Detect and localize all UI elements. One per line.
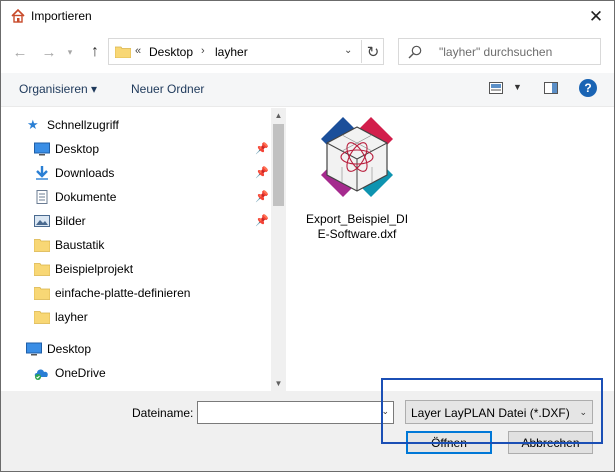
nav-label: Baustatik xyxy=(55,238,105,252)
pictures-icon xyxy=(34,215,50,227)
desktop-icon xyxy=(34,142,50,156)
folder-icon xyxy=(34,263,50,276)
nav-item-beispielprojekt[interactable]: Beispielprojekt xyxy=(1,258,271,280)
open-button-label: Öffnen xyxy=(431,435,467,450)
pin-icon[interactable]: 📌 xyxy=(255,166,269,179)
file-type-value: Layer LayPLAN Datei (*.DXF) xyxy=(411,406,570,420)
refresh-button[interactable]: ↻ xyxy=(361,40,384,63)
download-icon xyxy=(36,166,48,180)
cancel-button[interactable]: Abbrechen xyxy=(508,431,593,454)
scrollbar-thumb[interactable] xyxy=(273,124,284,206)
new-folder-button[interactable]: Neuer Ordner xyxy=(131,82,204,96)
help-button[interactable]: ? xyxy=(579,79,597,97)
recent-locations-button[interactable]: ▾ xyxy=(64,41,76,63)
chevron-down-icon: ▾ xyxy=(67,46,73,57)
nav-item-onedrive[interactable]: OneDrive xyxy=(1,362,271,384)
forward-button[interactable]: → xyxy=(38,41,60,63)
preview-pane-icon[interactable] xyxy=(544,82,558,94)
nav-label: OneDrive xyxy=(55,366,106,380)
open-button[interactable]: Öffnen xyxy=(406,431,492,454)
refresh-icon: ↻ xyxy=(366,43,380,61)
arrow-left-icon: ← xyxy=(12,43,28,61)
arrow-right-icon: → xyxy=(41,43,57,61)
folder-icon xyxy=(115,46,131,58)
nav-item-einfache-platte[interactable]: einfache-platte-definieren xyxy=(1,282,271,304)
arrow-up-icon: ↑ xyxy=(91,43,99,60)
filename-label: Dateiname: xyxy=(132,406,194,420)
back-button[interactable]: ← xyxy=(9,41,31,63)
nav-label: Beispielprojekt xyxy=(55,262,134,276)
window-title: Importieren xyxy=(31,9,92,23)
command-bar: Organisieren ▾ Neuer Ordner ▼ ? xyxy=(1,73,614,107)
nav-item-layher[interactable]: layher xyxy=(1,306,271,328)
file-list: Export_Beispiel_DIE-Software.dxf xyxy=(287,108,614,391)
search-icon xyxy=(408,45,422,59)
nav-label: layher xyxy=(55,310,88,324)
nav-label: Desktop xyxy=(55,142,100,156)
filename-input[interactable]: ⌄ xyxy=(197,401,394,424)
star-icon: ★ xyxy=(27,117,39,132)
nav-item-pictures[interactable]: Bilder 📌 xyxy=(1,210,271,232)
organize-menu[interactable]: Organisieren ▾ xyxy=(19,82,97,96)
nav-label: Desktop xyxy=(47,342,92,356)
folder-icon xyxy=(34,311,50,324)
document-icon xyxy=(36,190,48,204)
pin-icon[interactable]: 📌 xyxy=(255,190,269,203)
nav-label: Schnellzugriff xyxy=(47,118,119,132)
dxf-file-icon xyxy=(321,117,393,197)
address-dropdown-icon[interactable]: ⌄ xyxy=(344,45,352,56)
nav-scrollbar[interactable]: ▲ ▼ xyxy=(271,108,286,391)
address-overflow[interactable]: « xyxy=(135,45,141,57)
scroll-up-icon[interactable]: ▲ xyxy=(271,108,286,123)
close-icon: ✕ xyxy=(588,7,604,26)
search-placeholder: "layher" durchsuchen xyxy=(439,45,553,59)
close-button[interactable]: ✕ xyxy=(584,5,608,29)
nav-item-downloads[interactable]: Downloads 📌 xyxy=(1,162,271,184)
folder-icon xyxy=(34,239,50,252)
chevron-down-icon[interactable]: ⌄ xyxy=(381,406,389,417)
nav-label: Bilder xyxy=(55,214,86,228)
nav-label: einfache-platte-definieren xyxy=(55,286,191,300)
search-box[interactable]: "layher" durchsuchen xyxy=(398,38,601,65)
file-name: Export_Beispiel_DIE-Software.dxf xyxy=(305,212,409,241)
address-bar[interactable]: « Desktop › layher ⌄ ↻ xyxy=(108,38,384,65)
cancel-button-label: Abbrechen xyxy=(521,435,580,450)
pin-icon[interactable]: 📌 xyxy=(255,214,269,227)
breadcrumb-layher[interactable]: layher xyxy=(215,45,248,59)
view-options-icon[interactable] xyxy=(489,82,503,94)
file-item[interactable]: Export_Beispiel_DIE-Software.dxf xyxy=(305,111,409,247)
nav-item-desktop[interactable]: Desktop 📌 xyxy=(1,138,271,160)
breadcrumb-desktop[interactable]: Desktop xyxy=(149,45,193,59)
address-row: ← → ▾ ↑ « Desktop › layher ⌄ ↻ "layher" … xyxy=(1,34,614,70)
file-type-select[interactable]: Layer LayPLAN Datei (*.DXF) ⌄ xyxy=(405,400,593,424)
view-dropdown-icon[interactable]: ▼ xyxy=(513,82,522,92)
nav-label: Downloads xyxy=(55,166,115,180)
title-bar: Importieren ✕ xyxy=(1,1,614,32)
folder-icon xyxy=(34,287,50,300)
nav-item-documents[interactable]: Dokumente 📌 xyxy=(1,186,271,208)
pin-icon[interactable]: 📌 xyxy=(255,142,269,155)
navigation-pane: ★ Schnellzugriff Desktop 📌 Downloads 📌 D… xyxy=(1,108,271,391)
desktop-icon xyxy=(26,342,42,356)
breadcrumb-chevron-icon: › xyxy=(201,45,205,57)
dialog-footer: Dateiname: ⌄ Layer LayPLAN Datei (*.DXF)… xyxy=(1,391,614,471)
onedrive-icon xyxy=(34,369,48,380)
help-icon: ? xyxy=(584,81,592,95)
home-icon xyxy=(11,8,25,23)
nav-item-baustatik[interactable]: Baustatik xyxy=(1,234,271,256)
chevron-down-icon: ⌄ xyxy=(579,407,587,417)
up-button[interactable]: ↑ xyxy=(84,41,106,63)
import-dialog: Importieren ✕ ← → ▾ ↑ « Desktop › layher… xyxy=(0,0,615,472)
nav-item-desktop-root[interactable]: Desktop xyxy=(1,338,271,360)
nav-quick-access[interactable]: ★ Schnellzugriff xyxy=(1,114,271,136)
nav-label: Dokumente xyxy=(55,190,117,204)
scroll-down-icon[interactable]: ▼ xyxy=(271,376,286,391)
